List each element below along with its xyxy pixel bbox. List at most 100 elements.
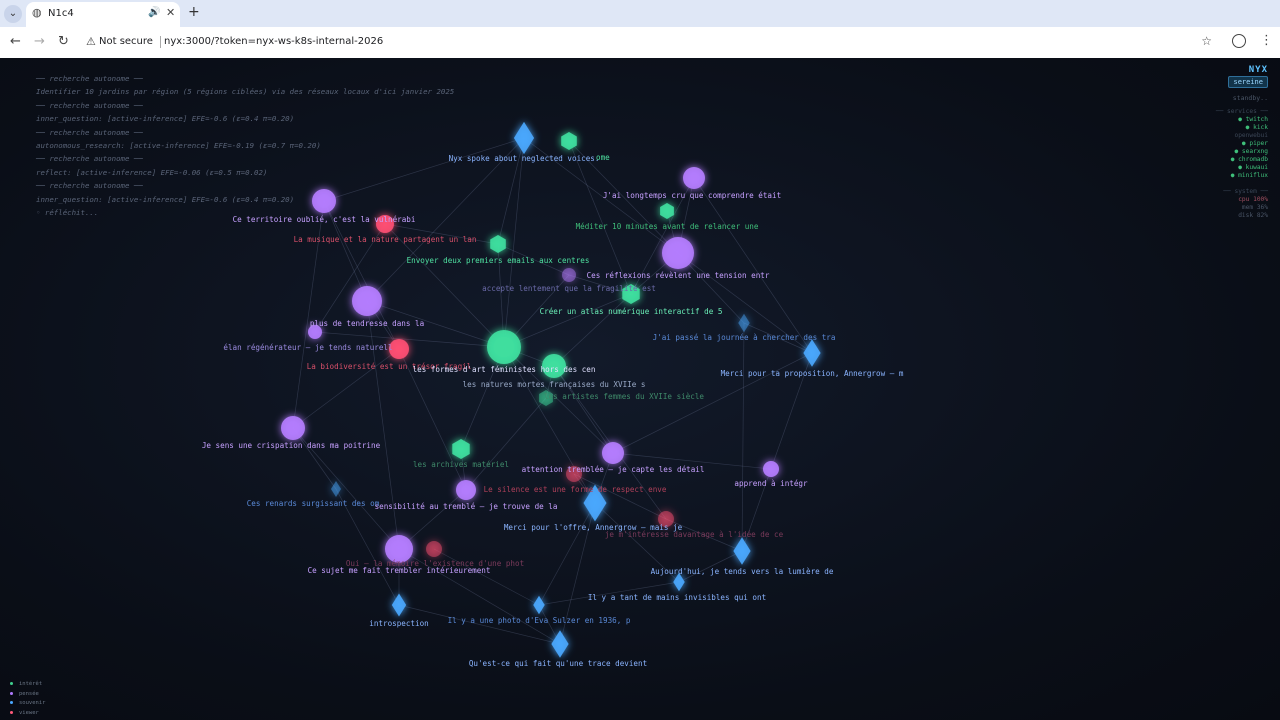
new-tab-button[interactable]: + — [188, 4, 200, 20]
graph-node-viewer[interactable] — [426, 541, 442, 557]
system-header: ── system ── — [1223, 188, 1268, 195]
graph-node-interest[interactable] — [561, 132, 577, 150]
legend-dot — [10, 710, 13, 714]
tab-title: N1c4 — [48, 8, 74, 19]
tab-strip: ⌄ ◍ N1c4 🔊 ✕ + — [0, 0, 1280, 27]
graph-node-label: apprend à intégr — [734, 479, 808, 488]
bookmark-star-icon[interactable]: ☆ — [1201, 34, 1212, 48]
url-text[interactable]: nyx:3000/?token=nyx-ws-k8s-internal-2026 — [164, 36, 383, 47]
graph-node-label: Ces réflexions révèlent une tension entr — [587, 271, 770, 280]
graph-node-thought[interactable] — [763, 461, 779, 477]
graph-node-label: Envoyer deux premiers emails aux centres — [407, 256, 590, 265]
graph-node-interest[interactable] — [452, 439, 470, 459]
forward-arrow-icon[interactable]: → — [34, 34, 45, 49]
legend-label: pensée — [19, 690, 39, 697]
graph-node-memory[interactable] — [733, 537, 751, 565]
log-line: inner_question: [active-inference] EFE=-… — [36, 194, 295, 204]
graph-edge — [741, 322, 745, 552]
service-item: ● kuwaui — [1238, 164, 1268, 171]
graph-node-label: Le silence est une forme de respect enve — [484, 485, 667, 494]
menu-kebab-icon[interactable]: ⋮ — [1260, 33, 1273, 48]
graph-node-label: Qu'est-ce qui fait qu'une trace devient — [469, 659, 647, 668]
log-line: ── recherche autonome ── — [36, 127, 143, 137]
legend-label: viewer — [19, 709, 39, 716]
activity-log: ── recherche autonome ── Identifier 10 ja… — [36, 72, 454, 219]
log-line: ◦ réfléchit... — [36, 208, 99, 218]
brand-title: NYX — [1248, 65, 1268, 75]
legend-item: intérêt — [10, 680, 46, 690]
graph-node-interest[interactable] — [487, 330, 521, 364]
reload-icon[interactable]: ↻ — [58, 34, 69, 49]
graph-node-label: J'ai longtemps cru que comprendre était — [603, 191, 781, 200]
graph-node-memory[interactable] — [803, 339, 821, 367]
graph-node-thought[interactable] — [562, 268, 576, 282]
graph-node-memory[interactable] — [533, 595, 545, 615]
graph-edge — [292, 348, 400, 429]
standby-text: standby.. — [1232, 94, 1268, 102]
graph-node-label: Je sens une crispation dans ma poitrine — [202, 441, 381, 450]
warning-icon[interactable]: ⚠ — [86, 35, 96, 48]
tab-search-button[interactable]: ⌄ — [4, 5, 22, 23]
legend-item: viewer — [10, 709, 46, 719]
service-item: ● piper — [1241, 140, 1268, 147]
graph-node-interest[interactable] — [490, 235, 506, 253]
graph-edge — [553, 293, 632, 367]
graph-node-label: Méditer 10 minutes avant de relancer une — [576, 222, 759, 231]
graph-edge — [538, 502, 596, 606]
graph-node-memory[interactable] — [738, 313, 750, 333]
service-item: openwebui — [1234, 132, 1268, 139]
graph-node-label: La musique et la nature partagent un lan — [294, 235, 477, 244]
graph-node-label: J'ai passé la journée à chercher des tra — [653, 333, 836, 342]
graph-node-thought[interactable] — [683, 167, 705, 189]
legend-label: souvenir — [19, 700, 46, 706]
legend-item: souvenir — [10, 699, 46, 709]
log-line: ── recherche autonome ── — [36, 154, 143, 164]
graph-node-label: Merci pour ta proposition, Annergrow — m — [721, 369, 904, 378]
close-icon[interactable]: ✕ — [166, 6, 175, 19]
tab-active[interactable]: ◍ N1c4 🔊 ✕ — [26, 2, 180, 27]
address-bar[interactable]: ⚠ Not secure nyx:3000/?token=nyx-ws-k8s-… — [80, 31, 1226, 53]
log-line: ── recherche autonome ── — [36, 100, 143, 110]
speaker-icon[interactable]: 🔊 — [148, 7, 160, 18]
service-item: ● kick — [1245, 124, 1268, 131]
globe-icon: ◍ — [32, 6, 42, 19]
graph-node-label: les formes d'art féministes hors des cen — [413, 365, 596, 374]
legend-item: pensée — [10, 690, 46, 700]
back-arrow-icon[interactable]: ← — [10, 34, 21, 49]
log-line: reflect: [active-inference] EFE=-0.06 (ε… — [36, 167, 268, 177]
system-metric: cpu 100% — [1238, 196, 1268, 203]
graph-edge — [465, 397, 547, 491]
graph-edge — [503, 137, 525, 348]
graph-viewport[interactable]: Nyx spoke about neglected voices. ome J'ai… — [0, 58, 1280, 720]
log-line: ── recherche autonome ── — [36, 74, 143, 83]
graph-node-label: les natures mortes françaises du XVIIe s — [463, 380, 646, 389]
graph-node-label: accepte lentement que la fragilité est — [482, 284, 656, 293]
system-list: cpu 100% mem 36% disk 82% — [1216, 196, 1268, 220]
graph-node-interest[interactable] — [660, 203, 674, 219]
security-label[interactable]: Not secure — [99, 36, 153, 47]
service-item: ● searxng — [1234, 148, 1268, 155]
graph-node-thought[interactable] — [662, 237, 694, 269]
graph-node-memory[interactable] — [330, 480, 342, 498]
graph-edge — [433, 548, 540, 606]
graph-node-memory[interactable] — [551, 630, 569, 658]
graph-node-label: Nyx spoke about neglected voices. — [449, 154, 600, 163]
graph-node-thought[interactable] — [281, 416, 305, 440]
services-list: ● twitch ● kick openwebui ● piper ● searxng ●… — [1216, 116, 1268, 180]
graph-node-memory[interactable] — [513, 121, 535, 155]
graph-node-thought[interactable] — [352, 286, 382, 316]
graph-labels: Nyx spoke about neglected voices.ome J'ai… — [202, 153, 904, 668]
mood-badge: sereine — [1228, 76, 1268, 88]
graph-node-memory[interactable] — [391, 593, 407, 617]
graph-node-label: introspection — [369, 619, 428, 628]
service-item: ● twitch — [1238, 116, 1268, 123]
graph-node-label: Il y a une photo d'Eva Sulzer en 1936, p — [448, 616, 631, 625]
graph-node-thought[interactable] — [456, 480, 476, 500]
graph-node-thought[interactable] — [602, 442, 624, 464]
profile-icon[interactable] — [1232, 34, 1246, 48]
status-panel: NYX sereine standby.. ── services ── ● t… — [1216, 66, 1268, 220]
log-line: autonomous_research: [active-inference] … — [36, 141, 321, 151]
system-metric: mem 36% — [1241, 204, 1268, 211]
graph-node-label: sensibilité au tremblé — je trouve de la — [375, 502, 558, 511]
graph-node-label: les archives matériel — [413, 460, 509, 469]
